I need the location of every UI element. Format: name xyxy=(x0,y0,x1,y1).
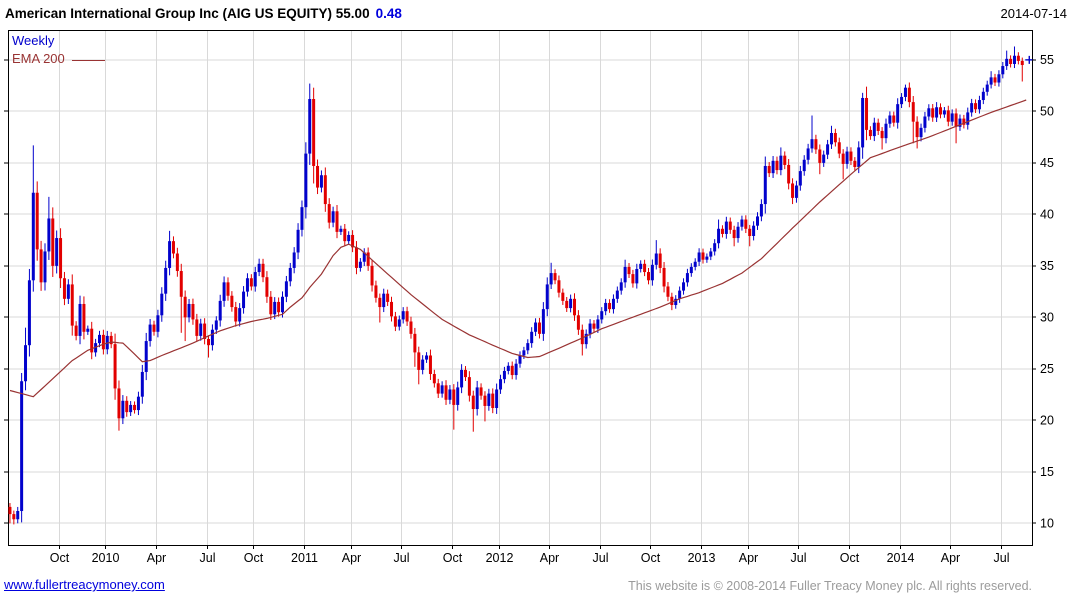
svg-text:2014: 2014 xyxy=(887,551,915,565)
svg-text:35: 35 xyxy=(1040,259,1054,273)
svg-text:55: 55 xyxy=(1040,53,1054,67)
svg-text:30: 30 xyxy=(1040,310,1054,324)
svg-text:Oct: Oct xyxy=(50,551,70,565)
svg-text:Oct: Oct xyxy=(443,551,463,565)
price-chart: 10 15 20 25 30 35 40 45 50 55 Oct 2010 Apr Jul Oct 2011… xyxy=(0,0,1075,600)
svg-text:Jul: Jul xyxy=(200,551,216,565)
svg-text:45: 45 xyxy=(1040,156,1054,170)
svg-text:Oct: Oct xyxy=(641,551,661,565)
svg-text:Oct: Oct xyxy=(244,551,264,565)
svg-text:2011: 2011 xyxy=(291,551,318,565)
website-link[interactable]: www.fullertreacymoney.com xyxy=(4,577,165,592)
svg-text:Jul: Jul xyxy=(593,551,609,565)
svg-text:15: 15 xyxy=(1040,465,1054,479)
svg-text:Apr: Apr xyxy=(739,551,758,565)
svg-text:Jul: Jul xyxy=(994,551,1010,565)
svg-text:Apr: Apr xyxy=(147,551,166,565)
svg-text:2013: 2013 xyxy=(688,551,716,565)
svg-text:Apr: Apr xyxy=(342,551,361,565)
svg-text:Jul: Jul xyxy=(394,551,410,565)
svg-text:2010: 2010 xyxy=(92,551,120,565)
copyright-text: This website is © 2008-2014 Fuller Treac… xyxy=(628,579,1032,593)
svg-text:40: 40 xyxy=(1040,207,1054,221)
ema-legend-line xyxy=(72,60,105,61)
svg-text:50: 50 xyxy=(1040,104,1054,118)
svg-text:Oct: Oct xyxy=(840,551,860,565)
legend-weekly: Weekly xyxy=(12,33,54,48)
svg-text:Apr: Apr xyxy=(941,551,960,565)
legend-ema-200: EMA 200 xyxy=(12,51,65,66)
svg-text:10: 10 xyxy=(1040,516,1054,530)
svg-text:25: 25 xyxy=(1040,362,1054,376)
chart-window: American International Group Inc (AIG US… xyxy=(0,0,1075,600)
svg-text:2012: 2012 xyxy=(486,551,514,565)
svg-text:20: 20 xyxy=(1040,413,1054,427)
svg-text:Jul: Jul xyxy=(791,551,807,565)
svg-text:Apr: Apr xyxy=(540,551,559,565)
